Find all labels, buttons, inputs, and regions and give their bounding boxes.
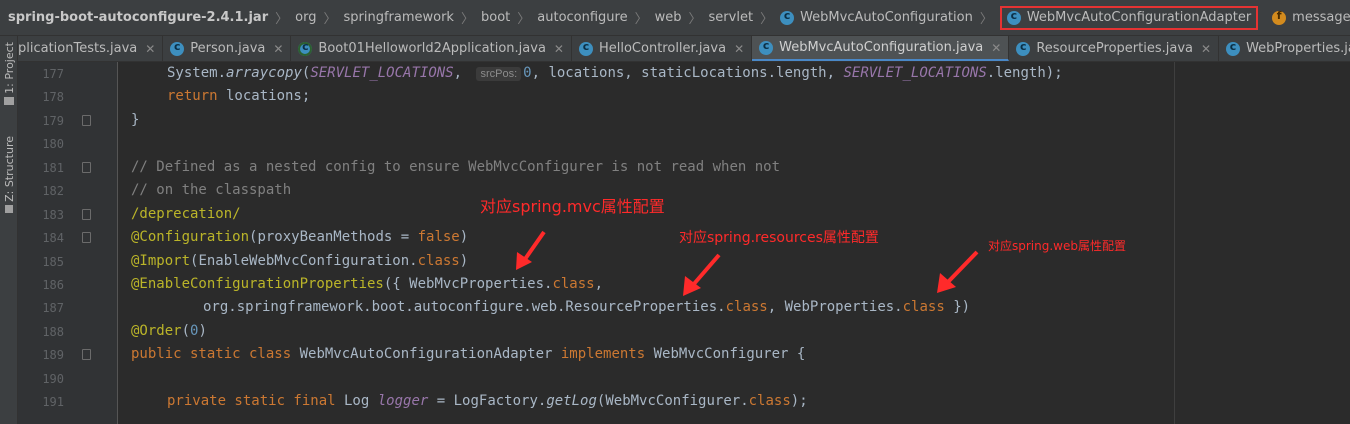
line-number-gutter: 177 178 179 180 181 182 183 184 185 186 …: [18, 62, 118, 424]
breadcrumb-servlet[interactable]: servlet: [709, 10, 754, 25]
breadcrumb-springframework[interactable]: springframework: [343, 10, 453, 25]
tab-label: Boot01Helloworld2Application.java: [318, 41, 546, 56]
code-line-183: /deprecation/: [131, 206, 241, 222]
line-number: 185: [42, 255, 64, 269]
class-icon: [170, 40, 185, 56]
class-icon: [1226, 40, 1241, 56]
line-number: 186: [42, 278, 64, 292]
breadcrumb-web[interactable]: web: [655, 10, 682, 25]
line-number: 191: [42, 395, 64, 409]
tab-person[interactable]: Person.java ✕: [163, 36, 292, 61]
code-line-178: return locations;: [167, 88, 311, 104]
code-line-188: @Order(0): [131, 323, 207, 339]
tab-boot01helloworld2application[interactable]: Boot01Helloworld2Application.java ✕: [291, 36, 572, 61]
close-icon[interactable]: ✕: [554, 42, 564, 56]
code-line-177: System.arraycopy(SERVLET_LOCATIONS, srcP…: [167, 65, 1063, 81]
tab-label: Person.java: [190, 41, 266, 56]
breadcrumb: spring-boot-autoconfigure-2.4.1.jar 〉 or…: [0, 0, 1350, 36]
code-line-189: public static class WebMvcAutoConfigurat…: [131, 346, 806, 362]
code-line-179: }: [131, 112, 140, 128]
code-line-191: private static final Log logger = LogFac…: [167, 393, 808, 409]
tab-label: WebProperties.java: [1246, 41, 1350, 56]
line-number: 189: [42, 348, 64, 362]
line-number: 187: [42, 301, 64, 315]
tab-webproperties[interactable]: WebProperties.java: [1219, 36, 1350, 61]
breadcrumb-separator: 〉: [275, 12, 289, 27]
breadcrumb-autoconfigure[interactable]: autoconfigure: [537, 10, 627, 25]
line-number: 182: [42, 184, 64, 198]
code-line-187: org.springframework.boot.autoconfigure.w…: [203, 299, 971, 315]
spring-class-icon: [298, 40, 313, 56]
folder-icon: [4, 96, 14, 105]
line-number: 184: [42, 231, 64, 245]
annotation-spring-mvc: 对应spring.mvc属性配置: [480, 197, 665, 216]
code-line-182: // on the classpath: [131, 182, 292, 198]
close-icon[interactable]: ✕: [145, 42, 155, 56]
breadcrumb-webmvcautoconfiguration[interactable]: WebMvcAutoConfiguration: [780, 9, 973, 25]
breadcrumb-separator: 〉: [760, 12, 774, 27]
breadcrumb-separator: 〉: [634, 12, 648, 27]
close-icon[interactable]: ✕: [734, 42, 744, 56]
fold-marker[interactable]: [82, 349, 91, 360]
tab-resourceproperties[interactable]: ResourceProperties.java ✕: [1009, 36, 1220, 61]
code-line-181: // Defined as a nested config to ensure …: [131, 159, 781, 175]
tab-label: plicationTests.java: [18, 41, 138, 56]
fold-marker[interactable]: [82, 209, 91, 220]
fold-marker[interactable]: [82, 115, 91, 126]
tab-label: HelloController.java: [598, 41, 727, 56]
tool-window-strip: 1: Project Z: Structure: [0, 36, 18, 424]
annotation-spring-resources: 对应spring.resources属性配置: [679, 230, 879, 246]
line-number: 181: [42, 161, 64, 175]
code-line-186: @EnableConfigurationProperties({ WebMvcP…: [131, 276, 604, 292]
field-icon: [1272, 9, 1287, 25]
class-icon: [578, 40, 593, 56]
class-icon: [1006, 9, 1021, 25]
line-number: 179: [42, 114, 64, 128]
breadcrumb-boot[interactable]: boot: [481, 10, 510, 25]
structure-icon: [5, 204, 13, 213]
tab-hellocontroller[interactable]: HelloController.java ✕: [572, 36, 753, 61]
tab-label: WebMvcAutoConfiguration.java: [779, 40, 984, 55]
parameter-hint: srcPos:: [476, 67, 522, 81]
class-icon: [780, 9, 795, 25]
editor-tabs: plicationTests.java ✕ Person.java ✕ Boot…: [18, 36, 1350, 62]
breadcrumb-label: WebMvcAutoConfigurationAdapter: [1026, 10, 1252, 25]
breadcrumb-messageconvertersprovider[interactable]: messageConvertersProvider: [1272, 9, 1350, 25]
code-line-185: @Import(EnableWebMvcConfiguration.class): [131, 253, 469, 269]
close-icon[interactable]: ✕: [273, 42, 283, 56]
class-icon: [1016, 40, 1031, 56]
project-tool-label: 1: Project: [2, 42, 16, 94]
line-number: 183: [42, 208, 64, 222]
project-tool-button[interactable]: 1: Project: [0, 42, 18, 105]
code-line-184: @Configuration(proxyBeanMethods = false): [131, 229, 469, 245]
close-icon[interactable]: ✕: [1201, 42, 1211, 56]
class-icon: [759, 39, 774, 55]
line-number: 188: [42, 325, 64, 339]
breadcrumb-jar[interactable]: spring-boot-autoconfigure-2.4.1.jar: [8, 10, 268, 25]
structure-tool-button[interactable]: Z: Structure: [0, 136, 18, 213]
line-number: 178: [42, 90, 64, 104]
breadcrumb-separator: 〉: [979, 12, 993, 27]
breadcrumb-separator: 〉: [688, 12, 702, 27]
right-margin-guide: [1174, 62, 1175, 424]
fold-marker[interactable]: [82, 232, 91, 243]
breadcrumb-webmvcautoconfigurationadapter[interactable]: WebMvcAutoConfigurationAdapter: [999, 5, 1259, 30]
breadcrumb-label: messageConvertersProvider: [1292, 10, 1350, 25]
line-number: 177: [42, 67, 64, 81]
breadcrumb-org[interactable]: org: [295, 10, 316, 25]
annotation-spring-web: 对应spring.web属性配置: [988, 239, 1126, 253]
tab-label: ResourceProperties.java: [1036, 41, 1193, 56]
structure-tool-label: Z: Structure: [2, 136, 16, 202]
tab-webmvcautoconfiguration[interactable]: WebMvcAutoConfiguration.java ✕: [752, 36, 1010, 61]
breadcrumb-separator: 〉: [517, 12, 531, 27]
breadcrumb-separator: 〉: [323, 12, 337, 27]
fold-marker[interactable]: [82, 162, 91, 173]
breadcrumb-label: WebMvcAutoConfiguration: [800, 10, 973, 25]
line-number: 190: [42, 372, 64, 386]
line-number: 180: [42, 137, 64, 151]
tab-applicationtests[interactable]: plicationTests.java ✕: [18, 36, 164, 61]
close-icon[interactable]: ✕: [991, 41, 1001, 55]
breadcrumb-separator: 〉: [460, 12, 474, 27]
